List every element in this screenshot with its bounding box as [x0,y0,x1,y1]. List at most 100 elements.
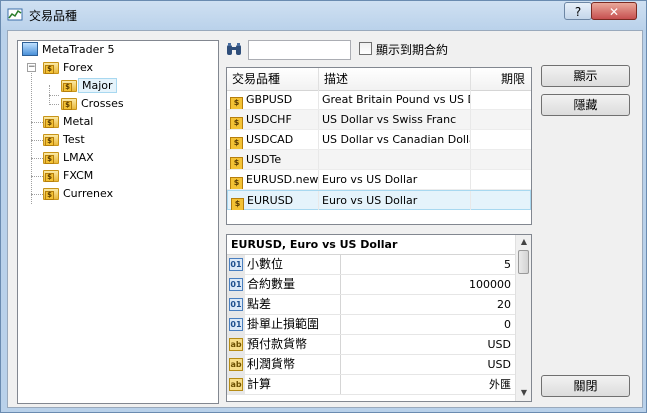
help-button[interactable]: ? [564,2,592,20]
property-row[interactable]: ab 計算 外匯 [227,375,515,395]
tree-label-fxcm: FXCM [63,169,94,182]
table-row[interactable]: $ USDCHF US Dollar vs Swiss Franc [227,110,531,130]
table-row-selected[interactable]: $ EURUSD Euro vs US Dollar [227,190,531,210]
folder-icon: $ [43,114,59,128]
table-row[interactable]: $ EURUSD.new Euro vs US Dollar [227,170,531,190]
property-name: 利潤貨幣 [247,355,341,374]
title-bar: 交易品種 ? ✕ [1,1,646,29]
property-name: 預付款貨幣 [247,335,341,354]
symbol-cell: GBPUSD [246,93,293,106]
symbol-cell: USDTe [246,153,282,166]
properties-scrollbar[interactable]: ▲ ▼ [515,235,531,401]
property-row[interactable]: 01 小數位 5 [227,255,515,275]
text-property-icon: ab [229,338,243,351]
property-name: 掛單止損範圍 [247,315,341,334]
tree-label-crosses: Crosses [81,97,124,110]
symbol-properties-grid[interactable]: EURUSD, Euro vs US Dollar 01 小數位 5 01 合約… [226,234,532,402]
property-name: 小數位 [247,255,341,274]
symbols-table-header: 交易品種 描述 期限 [227,68,531,91]
description-cell [319,150,471,169]
property-value: 20 [497,298,511,311]
column-header-expiry[interactable]: 期限 [471,68,531,90]
window-title: 交易品種 [29,9,78,23]
table-row[interactable]: $ USDTe [227,150,531,170]
folder-icon: $ [43,150,59,164]
search-binoculars-icon[interactable] [226,42,242,56]
property-row[interactable]: ab 利潤貨幣 USD [227,355,515,375]
property-value: 0 [504,318,511,331]
expiry-cell [471,191,529,210]
currency-symbol-icon: $ [230,177,243,189]
currency-symbol-icon: $ [230,137,243,149]
property-value: USD [487,338,511,351]
close-button[interactable]: 關閉 [541,375,630,397]
terminal-icon [22,42,38,56]
symbol-group-tree[interactable]: MetaTrader 5 − $ Forex $ Major $ Crosses $ M… [17,40,219,404]
symbols-window: 交易品種 ? ✕ MetaTrader 5 − $Forex $Major [0,0,647,413]
property-value: 100000 [469,278,511,291]
folder-icon: $ [61,78,77,92]
dialog-client-area: MetaTrader 5 − $ Forex $ Major $ Crosses $ M… [7,30,643,408]
property-value: USD [487,358,511,371]
tree-item-forex[interactable]: $ Forex [43,59,93,77]
tree-label-major: Major [78,78,117,93]
column-header-description[interactable]: 描述 [319,68,471,90]
property-row[interactable]: 01 掛單止損範圍 0 [227,315,515,335]
tree-label-metal: Metal [63,115,94,128]
folder-icon: $ [43,186,59,200]
tree-item-lmax[interactable]: $ LMAX [43,149,94,167]
window-close-button[interactable]: ✕ [591,2,637,20]
table-row[interactable]: $ GBPUSD Great Britain Pound vs US D... [227,90,531,110]
tree-item-fxcm[interactable]: $ FXCM [43,167,93,185]
expiry-cell [471,90,531,109]
tree-item-metal[interactable]: $ Metal [43,113,93,131]
currency-symbol-icon: $ [230,117,243,129]
scrollbar-thumb[interactable] [518,250,529,274]
text-property-icon: ab [229,358,243,371]
symbol-search-input[interactable] [248,40,351,60]
symbol-cell: USDCAD [246,133,294,146]
folder-icon: $ [43,132,59,146]
column-header-symbol[interactable]: 交易品種 [227,68,319,90]
currency-symbol-icon: $ [230,157,243,169]
scroll-down-arrow-icon[interactable]: ▼ [517,386,531,400]
show-expired-checkbox[interactable] [359,42,372,55]
property-row[interactable]: ab 預付款貨幣 USD [227,335,515,355]
property-row[interactable]: 01 合約數量 100000 [227,275,515,295]
show-button[interactable]: 顯示 [541,65,630,87]
currency-symbol-icon: $ [230,97,243,109]
symbols-table[interactable]: 交易品種 描述 期限 $ GBPUSD Great Britain Pound v… [226,67,532,225]
collapse-icon[interactable]: − [27,63,36,72]
description-cell: Euro vs US Dollar [319,191,471,210]
tree-item-test[interactable]: $ Test [43,131,85,149]
numeric-property-icon: 01 [229,318,243,331]
currency-symbol-icon: $ [231,198,244,210]
expiry-cell [471,110,531,129]
property-name: 合約數量 [247,275,341,294]
text-property-icon: ab [229,378,243,391]
numeric-property-icon: 01 [229,278,243,291]
expiry-cell [471,130,531,149]
description-cell: Euro vs US Dollar [319,170,471,189]
show-expired-label: 顯示到期合約 [376,43,449,57]
tree-item-major[interactable]: $ Major [61,77,117,95]
symbol-cell: EURUSD.new [246,173,319,186]
folder-icon: $ [43,168,59,182]
scroll-up-arrow-icon[interactable]: ▲ [517,235,531,249]
tree-label-currenex: Currenex [63,187,114,200]
properties-header: EURUSD, Euro vs US Dollar [227,235,515,255]
tree-label-forex: Forex [63,61,94,74]
property-name: 點差 [247,295,341,314]
expiry-cell [471,150,531,169]
hide-button[interactable]: 隱藏 [541,94,630,116]
numeric-property-icon: 01 [229,298,243,311]
tree-label-test: Test [63,133,85,146]
tree-item-metatrader5[interactable]: MetaTrader 5 [22,41,114,59]
description-cell: Great Britain Pound vs US D... [319,90,471,109]
folder-open-icon: $ [43,60,59,74]
table-row[interactable]: $ USDCAD US Dollar vs Canadian Dollar [227,130,531,150]
numeric-property-icon: 01 [229,258,243,271]
tree-item-crosses[interactable]: $ Crosses [61,95,124,113]
tree-item-currenex[interactable]: $ Currenex [43,185,113,203]
property-row[interactable]: 01 點差 20 [227,295,515,315]
